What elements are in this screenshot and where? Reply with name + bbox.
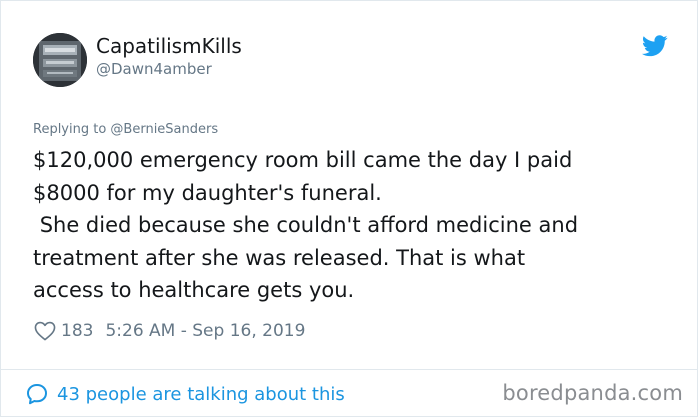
watermark: boredpanda.com: [502, 381, 683, 405]
display-name[interactable]: CapatilismKills: [96, 34, 242, 58]
replying-to-label[interactable]: Replying to @BernieSanders: [33, 122, 218, 137]
tweet-timestamp[interactable]: 5:26 AM - Sep 16, 2019: [105, 321, 305, 341]
tweet-card: CapatilismKills @Dawn4amber Replying to …: [0, 0, 698, 417]
tweet-text: $120,000 emergency room bill came the da…: [33, 148, 579, 302]
twitter-bird-icon[interactable]: [642, 35, 668, 57]
talking-link[interactable]: 43 people are talking about this: [25, 382, 345, 406]
talking-label[interactable]: 43 people are talking about this: [57, 384, 345, 405]
speech-bubble-icon: [27, 384, 47, 405]
footer-divider: [1, 369, 697, 370]
avatar-image: [33, 33, 87, 87]
heart-icon[interactable]: [34, 321, 56, 341]
like-count[interactable]: 183: [61, 321, 93, 341]
user-handle[interactable]: @Dawn4amber: [96, 60, 212, 78]
tweet-meta: 183 5:26 AM - Sep 16, 2019: [34, 319, 305, 343]
avatar[interactable]: [33, 33, 87, 87]
